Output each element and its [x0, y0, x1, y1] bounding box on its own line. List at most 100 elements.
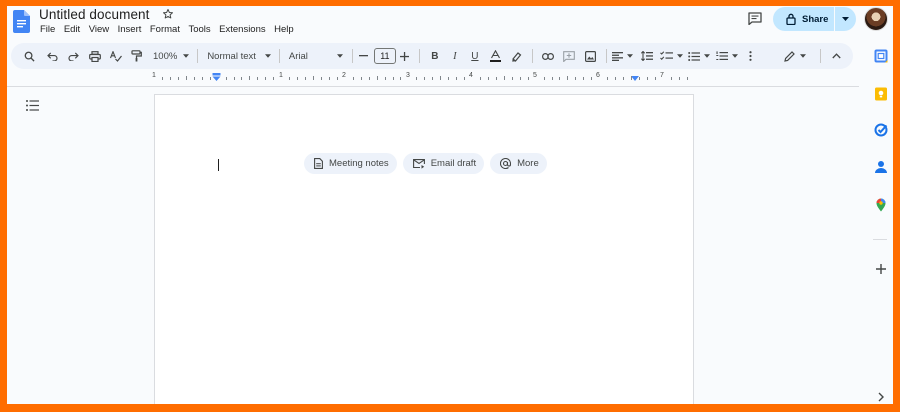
- ruler-tick: [559, 77, 561, 80]
- caret-down-icon: [183, 54, 190, 58]
- ruler-tick: [670, 77, 672, 80]
- add-icon[interactable]: [874, 262, 888, 276]
- style-value: Normal text: [207, 50, 256, 62]
- chip-label: Meeting notes: [329, 158, 389, 169]
- menu-format[interactable]: Format: [150, 24, 180, 35]
- ruler-tick: [487, 77, 489, 80]
- document-page[interactable]: Meeting notes Email draft More: [154, 94, 694, 404]
- menu-tools[interactable]: Tools: [188, 24, 210, 35]
- undo-icon[interactable]: [42, 46, 63, 66]
- ruler-tick: [623, 77, 625, 80]
- ruler-tick: [575, 77, 577, 80]
- chip-more[interactable]: More: [490, 153, 547, 174]
- ruler[interactable]: 1 1 2 3 4 5 6 7: [152, 72, 693, 85]
- right-indent-marker-icon[interactable]: [631, 76, 639, 82]
- chip-label: More: [517, 158, 539, 169]
- contacts-icon[interactable]: [874, 160, 888, 174]
- font-size-input[interactable]: 11: [373, 48, 396, 64]
- numbered-list-dropdown[interactable]: [716, 51, 744, 61]
- font-value: Arial: [288, 50, 308, 62]
- ruler-tick: [464, 77, 466, 80]
- menu-file[interactable]: File: [40, 24, 55, 35]
- ruler-tick: [233, 77, 235, 80]
- ruler-tick: [185, 76, 187, 80]
- share-dropdown[interactable]: [835, 7, 856, 31]
- spellcheck-icon[interactable]: [105, 46, 126, 66]
- side-panel-divider: [873, 239, 887, 240]
- editing-mode-dropdown[interactable]: [784, 50, 806, 62]
- align-dropdown[interactable]: [611, 51, 638, 61]
- ruler-divider: [7, 86, 859, 87]
- search-menus-icon[interactable]: [21, 46, 37, 66]
- caret-down-icon: [799, 54, 806, 58]
- avatar[interactable]: [864, 7, 888, 31]
- maps-icon[interactable]: [874, 198, 888, 212]
- numbered-list-icon: [716, 51, 728, 60]
- more-options-icon[interactable]: [744, 46, 758, 66]
- underline-icon[interactable]: U: [465, 46, 485, 66]
- chevron-right-icon[interactable]: [874, 390, 888, 404]
- menu-edit[interactable]: Edit: [64, 24, 80, 35]
- font-dropdown[interactable]: Arial: [289, 51, 343, 62]
- checklist-dropdown[interactable]: [660, 51, 688, 61]
- ruler-number: 2: [342, 72, 346, 79]
- ruler-number: 4: [469, 72, 473, 79]
- tasks-icon[interactable]: [874, 123, 888, 137]
- keep-icon[interactable]: [874, 87, 888, 101]
- ruler-tick: [265, 77, 267, 80]
- ruler-tick: [241, 77, 243, 80]
- menu-help[interactable]: Help: [274, 24, 294, 35]
- ruler-tick: [591, 77, 593, 80]
- lock-icon: [786, 13, 796, 25]
- menu-extensions[interactable]: Extensions: [219, 24, 265, 35]
- share-label: Share: [802, 13, 829, 25]
- ruler-tick: [193, 77, 195, 80]
- zoom-dropdown[interactable]: 100%: [153, 51, 190, 62]
- italic-icon[interactable]: I: [445, 46, 465, 66]
- paint-format-icon[interactable]: [126, 46, 147, 66]
- toolbar: 100% Normal text Arial 11 B I U: [11, 43, 853, 69]
- ruler-tick: [551, 77, 553, 80]
- menu-insert[interactable]: Insert: [118, 24, 142, 35]
- document-title[interactable]: Untitled document: [39, 7, 150, 22]
- title-row: Untitled document: [39, 6, 174, 22]
- star-icon[interactable]: [162, 8, 174, 20]
- chip-meeting-notes[interactable]: Meeting notes: [304, 153, 397, 174]
- bulleted-list-dropdown[interactable]: [688, 51, 716, 61]
- ruler-tick: [273, 77, 275, 80]
- share-button[interactable]: Share: [773, 7, 856, 31]
- insert-image-icon[interactable]: [580, 46, 601, 66]
- menu-view[interactable]: View: [89, 24, 109, 35]
- style-dropdown[interactable]: Normal text: [207, 51, 271, 62]
- ruler-tick: [511, 77, 513, 80]
- line-spacing-icon[interactable]: [638, 46, 657, 66]
- insert-link-icon[interactable]: [538, 46, 559, 66]
- ruler-tick: [615, 77, 617, 80]
- ruler-tick: [631, 76, 632, 80]
- decrease-font-size-icon[interactable]: [358, 46, 370, 66]
- document-outline-icon[interactable]: [26, 100, 39, 111]
- bold-icon[interactable]: B: [425, 46, 445, 66]
- docs-logo-icon[interactable]: [13, 10, 30, 33]
- toolbar-divider: [605, 49, 607, 63]
- comment-history-icon[interactable]: [748, 12, 762, 25]
- text-color-icon[interactable]: [485, 46, 506, 66]
- print-icon[interactable]: [84, 46, 105, 66]
- insert-comment-icon[interactable]: [559, 46, 580, 66]
- caret-down-icon: [731, 54, 738, 58]
- calendar-icon[interactable]: [874, 49, 888, 63]
- email-icon: [412, 158, 425, 169]
- highlight-color-icon[interactable]: [506, 46, 527, 66]
- hide-menus-icon[interactable]: [828, 46, 846, 66]
- increase-font-size-icon[interactable]: [396, 46, 414, 66]
- left-indent-marker-icon[interactable]: [212, 73, 221, 82]
- chip-email-draft[interactable]: Email draft: [402, 153, 485, 174]
- toolbar-divider: [819, 49, 821, 63]
- ruler-number: 1: [279, 72, 283, 79]
- share-main[interactable]: Share: [773, 7, 835, 31]
- redo-icon[interactable]: [63, 46, 84, 66]
- ruler-tick: [567, 76, 569, 80]
- ruler-tick: [352, 77, 354, 80]
- caret-down-icon: [264, 54, 271, 58]
- ruler-tick: [583, 77, 585, 80]
